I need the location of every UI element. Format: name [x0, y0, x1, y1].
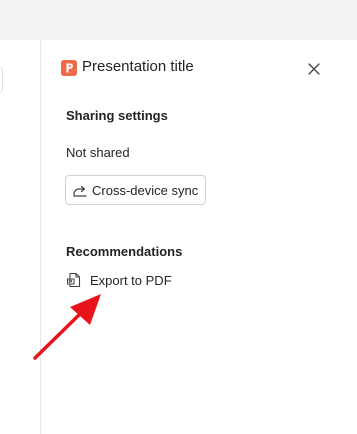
powerpoint-icon — [61, 60, 77, 76]
sharing-status: Not shared — [66, 145, 130, 160]
panel-title: Presentation title — [82, 58, 194, 75]
share-panel: Presentation title Sharing settings Not … — [40, 40, 357, 434]
cross-device-sync-button[interactable]: Cross-device sync — [65, 175, 206, 205]
sharing-settings-heading: Sharing settings — [66, 108, 168, 123]
app-window: Presentation title Sharing settings Not … — [0, 0, 357, 434]
export-to-pdf-label: Export to PDF — [90, 273, 172, 288]
close-icon — [308, 63, 320, 75]
recommendations-heading: Recommendations — [66, 244, 183, 259]
share-arrow-icon — [72, 183, 88, 199]
pdf-export-icon — [66, 272, 82, 288]
left-pane-control[interactable] — [0, 67, 3, 93]
export-to-pdf-item[interactable]: Export to PDF — [63, 268, 223, 292]
document-area — [0, 40, 40, 434]
close-button[interactable] — [303, 58, 325, 80]
cross-device-sync-label: Cross-device sync — [92, 183, 199, 198]
